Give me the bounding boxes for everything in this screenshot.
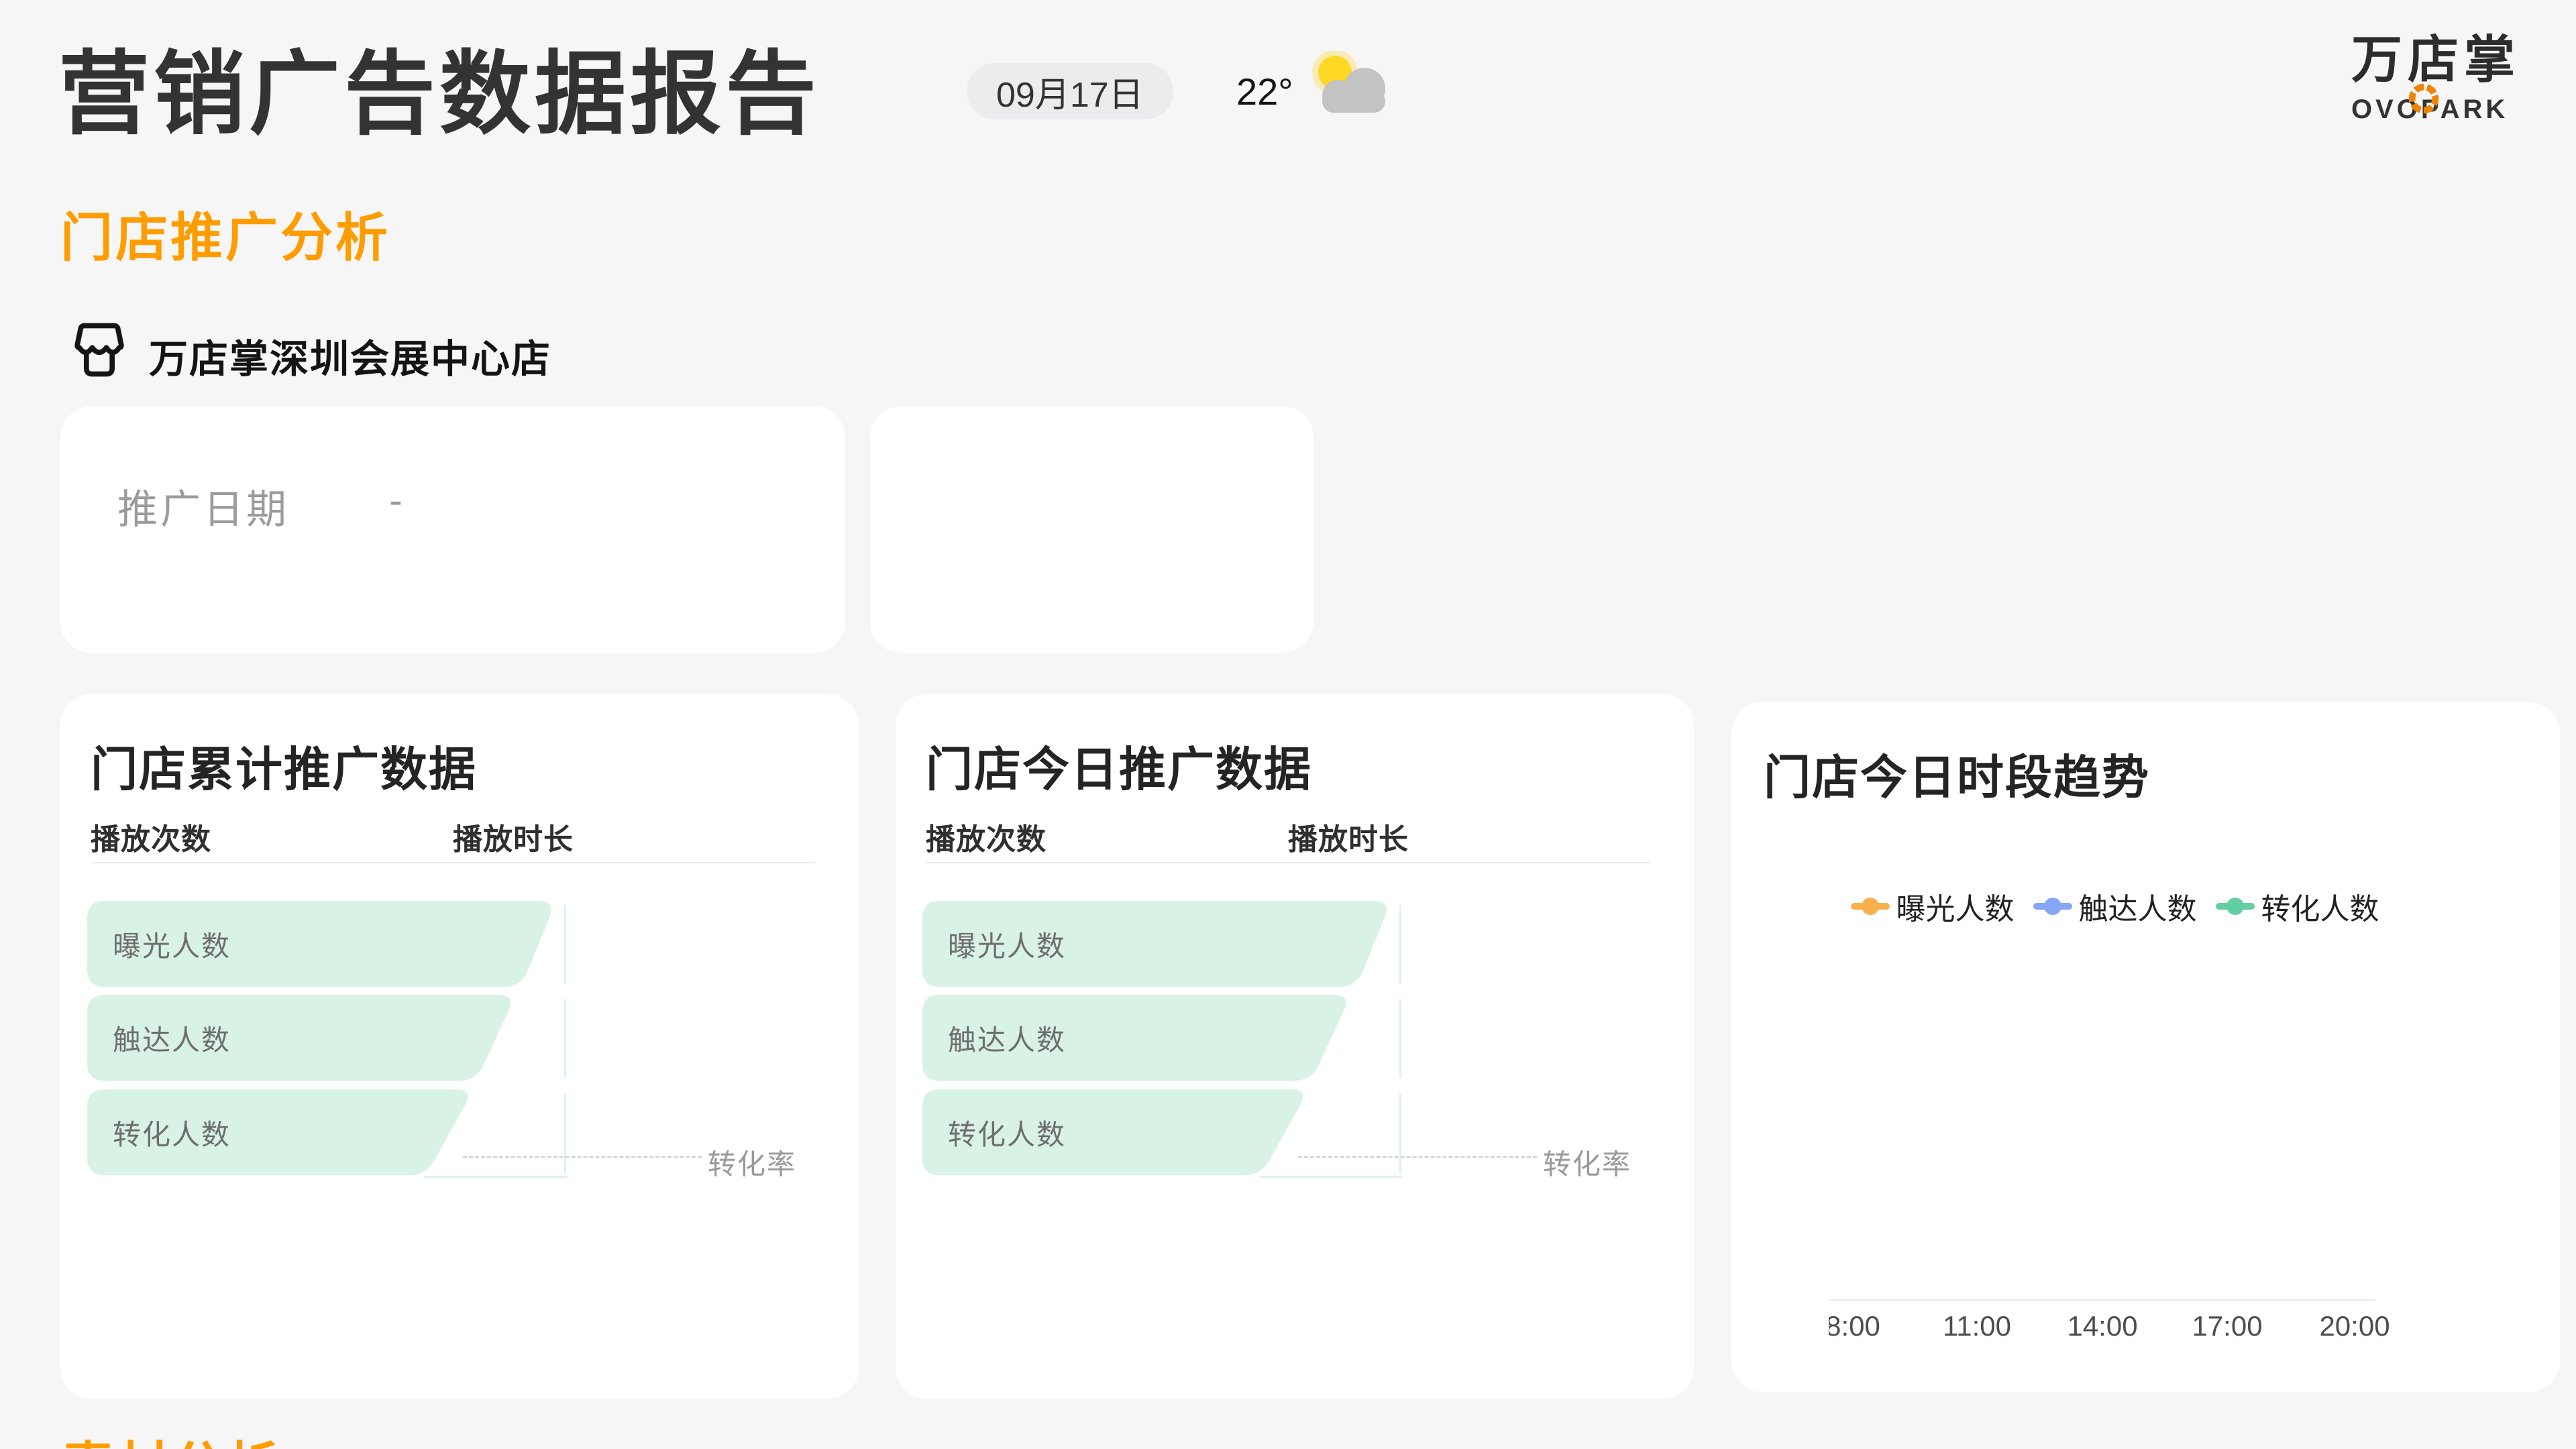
x-axis-label: 14:00 <box>2067 1310 2137 1342</box>
funnel-chart: 曝光人数 触达人数 转化人数 转化率 <box>922 901 1667 1196</box>
metric-play-count: 播放次数 <box>926 815 1046 858</box>
card-title: 门店今日推广数据 <box>926 732 1312 800</box>
funnel-baseline <box>424 1176 568 1178</box>
funnel-stage: 曝光人数 <box>922 901 1399 987</box>
legend-label: 触达人数 <box>2079 885 2197 928</box>
date-badge[interactable]: 09月17日 <box>967 63 1173 119</box>
funnel-guide-line <box>1399 1093 1401 1174</box>
legend-label: 转化人数 <box>2261 885 2379 928</box>
page-title: 营销广告数据报告 <box>58 20 820 152</box>
funnel-card-today: 门店今日推广数据 播放次数 播放时长 曝光人数 触达人数 转化人数 转化率 <box>896 694 1694 1399</box>
promo-date-label: 推广日期 <box>117 477 289 535</box>
partly-cloudy-icon <box>1303 51 1403 121</box>
x-axis-line <box>1829 1299 2375 1301</box>
conversion-rate-label: 转化率 <box>1543 1142 1631 1183</box>
legend-item-exposure[interactable]: 曝光人数 <box>1851 885 2015 928</box>
x-axis-label: 8:00 <box>1829 1310 1880 1342</box>
metric-play-count: 播放次数 <box>91 815 211 858</box>
stage-label: 触达人数 <box>113 995 231 1081</box>
funnel-guide-line <box>564 1093 566 1174</box>
card-title: 门店今日时段趋势 <box>1764 740 2150 808</box>
logo-cn: 万店掌 <box>2351 28 2553 92</box>
conversion-dashed-line <box>463 1156 702 1158</box>
funnel-card-cumulative: 门店累计推广数据 播放次数 播放时长 曝光人数 触达人数 转化人数 转化率 <box>60 694 859 1399</box>
funnel-stage: 转化人数 <box>922 1089 1399 1175</box>
legend-item-conversion[interactable]: 转化人数 <box>2216 885 2379 928</box>
divider <box>91 862 815 863</box>
aperture-icon <box>2406 67 2441 131</box>
promo-date-card[interactable]: 推广日期 - <box>60 407 845 653</box>
trend-card: 门店今日时段趋势 曝光人数 触达人数 转化人数 8:00 11:00 14:00… <box>1731 702 2560 1392</box>
line-marker-icon <box>1851 903 1890 910</box>
conversion-rate-label: 转化率 <box>708 1142 796 1183</box>
x-axis-label: 11:00 <box>1943 1310 2011 1342</box>
stage-label: 转化人数 <box>113 1089 231 1175</box>
funnel-stage: 触达人数 <box>922 995 1399 1081</box>
funnel-stage: 触达人数 <box>87 995 564 1081</box>
storefront-icon <box>67 318 131 386</box>
legend-item-reach[interactable]: 触达人数 <box>2033 885 2197 928</box>
stage-label: 转化人数 <box>948 1089 1066 1175</box>
x-axis-label: 20:00 <box>2319 1310 2390 1342</box>
line-marker-icon <box>2033 903 2072 910</box>
funnel-guide-line <box>1399 905 1401 984</box>
store-name: 万店掌深圳会展中心店 <box>149 327 551 384</box>
conversion-dashed-line <box>1298 1156 1537 1158</box>
funnel-baseline <box>1259 1176 1403 1178</box>
metric-play-duration: 播放时长 <box>453 815 574 858</box>
x-axis-label: 17:00 <box>2192 1310 2262 1342</box>
legend-label: 曝光人数 <box>1896 885 2015 928</box>
next-section-title: 素材分析 <box>62 1425 282 1449</box>
stage-label: 曝光人数 <box>948 901 1066 987</box>
promo-date-value[interactable]: - <box>389 477 402 523</box>
x-axis-labels: 8:00 11:00 14:00 17:00 20:00 <box>1829 1307 2392 1348</box>
chart-legend: 曝光人数 触达人数 转化人数 <box>1701 885 2529 928</box>
line-marker-icon <box>2216 903 2255 910</box>
funnel-guide-line <box>564 905 566 984</box>
brand-logo: 万店掌 OVOPARK <box>2351 28 2553 125</box>
funnel-guide-line <box>1399 999 1401 1078</box>
funnel-guide-line <box>564 999 566 1078</box>
divider <box>926 862 1650 863</box>
stage-label: 曝光人数 <box>113 901 231 987</box>
metric-play-duration: 播放时长 <box>1288 815 1409 858</box>
section-title: 门店推广分析 <box>60 196 390 271</box>
empty-card <box>870 407 1313 653</box>
temperature-label: 22° <box>1236 63 1293 119</box>
date-badge-label: 09月17日 <box>996 66 1144 117</box>
card-title: 门店累计推广数据 <box>91 732 477 800</box>
stage-label: 触达人数 <box>948 995 1066 1081</box>
funnel-chart: 曝光人数 触达人数 转化人数 转化率 <box>87 901 832 1196</box>
logo-en: OVOPARK <box>2351 95 2553 125</box>
funnel-stage: 曝光人数 <box>87 901 564 987</box>
funnel-stage: 转化人数 <box>87 1089 564 1175</box>
